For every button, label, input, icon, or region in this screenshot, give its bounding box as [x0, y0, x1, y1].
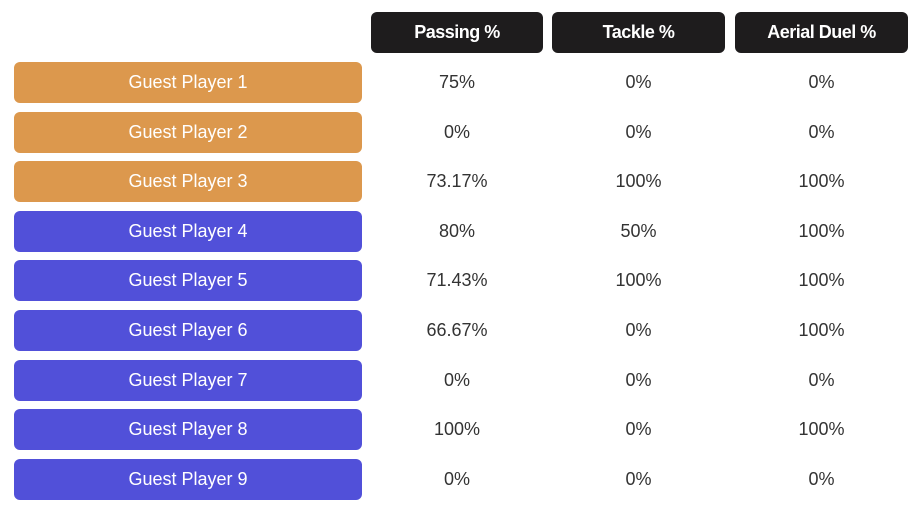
passing-value: 100%: [433, 419, 481, 439]
table-row: Guest Player 7 0% 0% 0%: [0, 360, 909, 401]
aerial-duel-value: 100%: [798, 320, 845, 340]
tackle-value: 0%: [625, 72, 652, 92]
tackle-value: 0%: [625, 370, 652, 390]
table-row: Guest Player 6 66.67% 0% 100%: [0, 310, 909, 351]
player-button[interactable]: Guest Player 9: [14, 459, 362, 500]
table-row: Guest Player 4 80% 50% 100%: [0, 211, 909, 252]
stats-header-row: Passing % Tackle % Aerial Duel %: [0, 12, 909, 53]
passing-value: 0%: [443, 122, 470, 142]
player-button[interactable]: Guest Player 5: [14, 260, 362, 301]
table-row: Guest Player 5 71.43% 100% 100%: [0, 260, 909, 301]
aerial-duel-value: 100%: [798, 270, 845, 290]
aerial-duel-value: 0%: [808, 72, 835, 92]
tackle-value: 0%: [625, 320, 652, 340]
aerial-duel-value: 100%: [798, 171, 845, 191]
tackle-value: 0%: [625, 469, 652, 489]
tackle-value: 50%: [620, 221, 657, 241]
aerial-duel-value: 0%: [808, 370, 835, 390]
table-row: Guest Player 3 73.17% 100% 100%: [0, 161, 909, 202]
player-button[interactable]: Guest Player 8: [14, 409, 362, 450]
player-button[interactable]: Guest Player 7: [14, 360, 362, 401]
aerial-duel-value: 0%: [808, 122, 835, 142]
player-button[interactable]: Guest Player 2: [14, 112, 362, 153]
column-header-tackle[interactable]: Tackle %: [552, 12, 725, 53]
passing-value: 75%: [438, 72, 476, 92]
column-header-aerial-duel[interactable]: Aerial Duel %: [735, 12, 908, 53]
passing-value: 80%: [438, 221, 476, 241]
tackle-value: 0%: [625, 122, 652, 142]
table-row: Guest Player 2 0% 0% 0%: [0, 112, 909, 153]
aerial-duel-value: 0%: [808, 469, 835, 489]
player-button[interactable]: Guest Player 6: [14, 310, 362, 351]
table-row: Guest Player 1 75% 0% 0%: [0, 62, 909, 103]
passing-value: 0%: [443, 469, 470, 489]
aerial-duel-value: 100%: [798, 419, 845, 439]
passing-value: 71.43%: [426, 270, 488, 290]
player-button[interactable]: Guest Player 4: [14, 211, 362, 252]
tackle-value: 100%: [615, 171, 662, 191]
passing-value: 0%: [443, 370, 470, 390]
player-button[interactable]: Guest Player 1: [14, 62, 362, 103]
tackle-value: 100%: [615, 270, 662, 290]
column-header-passing[interactable]: Passing %: [371, 12, 543, 53]
table-row: Guest Player 8 100% 0% 100%: [0, 409, 909, 450]
passing-value: 73.17%: [426, 171, 488, 191]
passing-value: 66.67%: [426, 320, 488, 340]
table-row: Guest Player 9 0% 0% 0%: [0, 459, 909, 500]
tackle-value: 0%: [625, 419, 652, 439]
aerial-duel-value: 100%: [798, 221, 845, 241]
player-button[interactable]: Guest Player 3: [14, 161, 362, 202]
